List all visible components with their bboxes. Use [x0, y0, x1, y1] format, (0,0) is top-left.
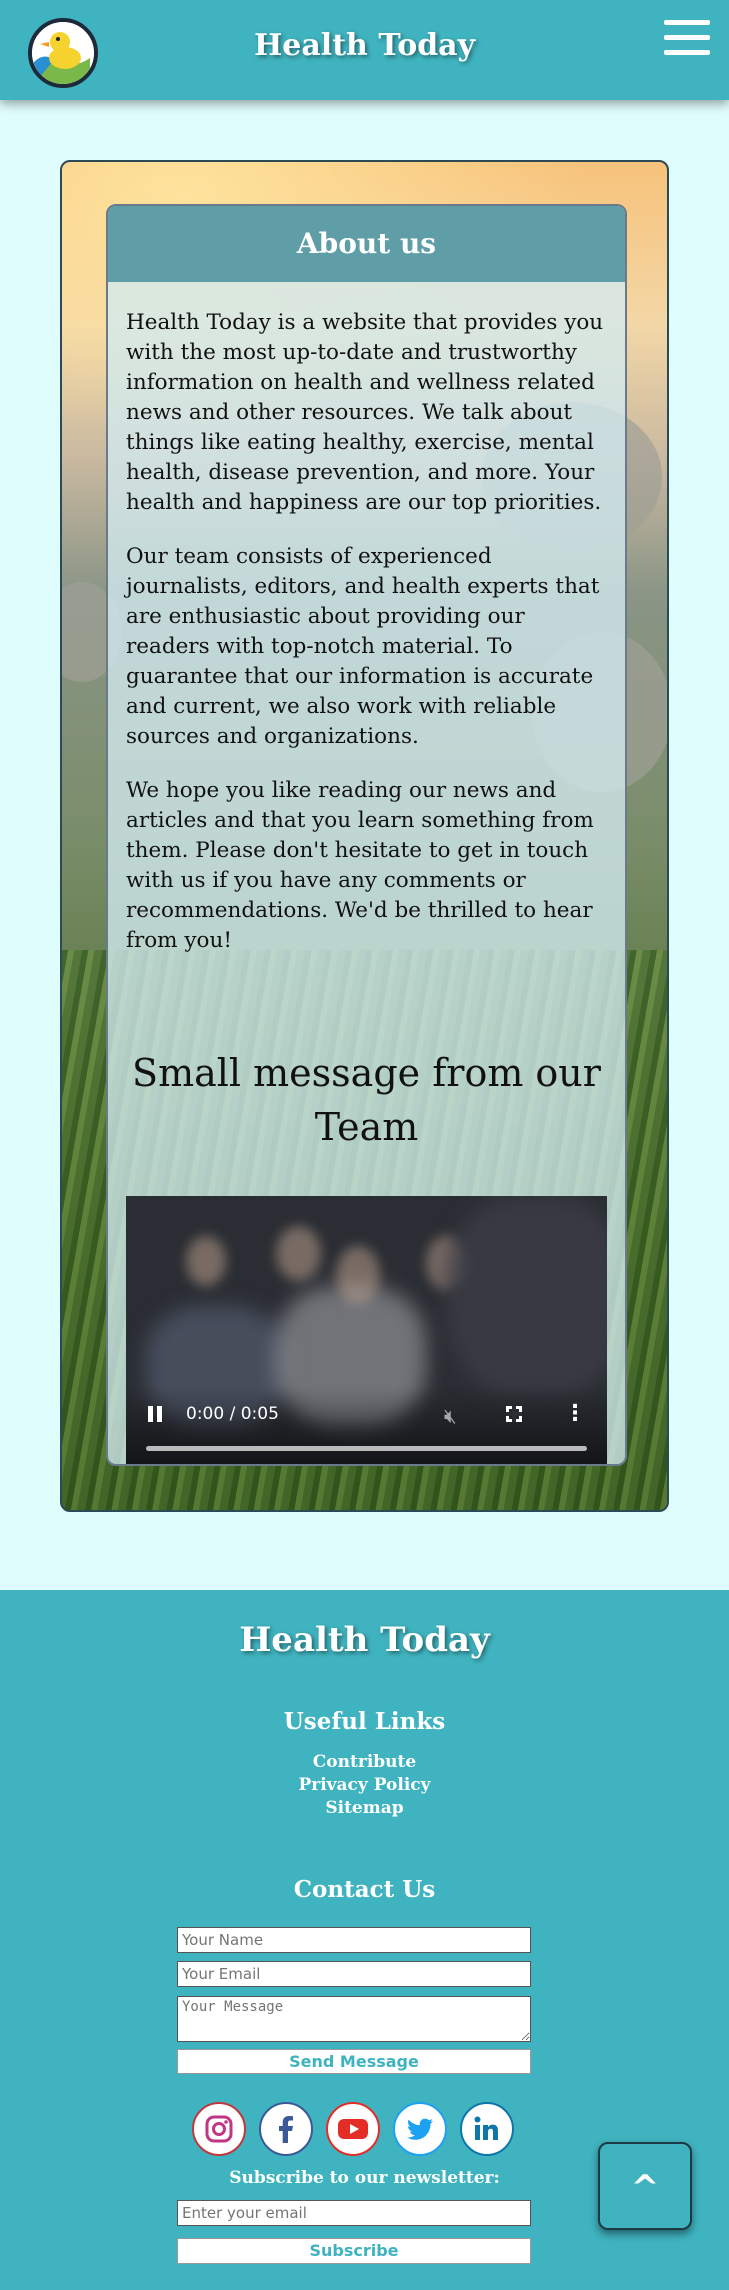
about-paragraph: We hope you like reading our news and ar…: [126, 778, 594, 953]
video-frame-figure: [186, 1236, 226, 1286]
instagram-icon[interactable]: [192, 2102, 246, 2156]
newsletter-email-field[interactable]: [177, 2200, 531, 2226]
back-to-top-button[interactable]: ^: [598, 2142, 692, 2230]
subscribe-button[interactable]: Subscribe: [177, 2238, 531, 2264]
message-field[interactable]: [177, 1996, 531, 2042]
team-message-heading: Small message from our Team: [132, 1051, 601, 1149]
sitemap-link[interactable]: Sitemap: [0, 1798, 729, 1818]
video-frame-figure: [446, 1196, 607, 1396]
video-time: 0:00 / 0:05: [186, 1404, 279, 1424]
more-options-icon[interactable]: ⋮: [564, 1403, 586, 1425]
send-message-button[interactable]: Send Message: [177, 2049, 531, 2074]
video-frame-figure: [336, 1246, 380, 1304]
about-paragraph: Our team consists of experienced journal…: [126, 544, 600, 749]
site-header: Health Today: [0, 0, 729, 100]
video-frame-figure: [276, 1226, 321, 1281]
pause-icon[interactable]: [148, 1406, 162, 1422]
contact-heading: Contact Us: [293, 1876, 436, 1903]
linkedin-icon[interactable]: [460, 2102, 514, 2156]
useful-links-heading: Useful Links: [283, 1708, 446, 1735]
twitter-icon[interactable]: [393, 2102, 447, 2156]
email-field[interactable]: [177, 1961, 531, 1987]
facebook-icon[interactable]: [259, 2102, 313, 2156]
site-title: Health Today: [253, 28, 476, 63]
video-controls: 0:00 / 0:05 🔇︎ ⋮: [126, 1386, 607, 1464]
contribute-link[interactable]: Contribute: [0, 1752, 729, 1772]
fullscreen-icon[interactable]: [506, 1406, 522, 1422]
video-progress-bar[interactable]: [146, 1446, 587, 1451]
about-card: About us Health Today is a website that …: [106, 204, 627, 1466]
about-paragraph: Health Today is a website that provides …: [126, 310, 604, 515]
youtube-icon[interactable]: [326, 2102, 380, 2156]
about-heading: About us: [108, 206, 625, 282]
team-video-player[interactable]: 0:00 / 0:05 🔇︎ ⋮: [126, 1196, 607, 1464]
hamburger-menu-icon[interactable]: [664, 20, 710, 56]
name-field[interactable]: [177, 1927, 531, 1953]
footer-title: Health Today: [239, 1620, 490, 1660]
about-section: About us Health Today is a website that …: [60, 160, 669, 1512]
mute-icon[interactable]: 🔇︎: [444, 1404, 457, 1428]
privacy-policy-link[interactable]: Privacy Policy: [0, 1775, 729, 1795]
